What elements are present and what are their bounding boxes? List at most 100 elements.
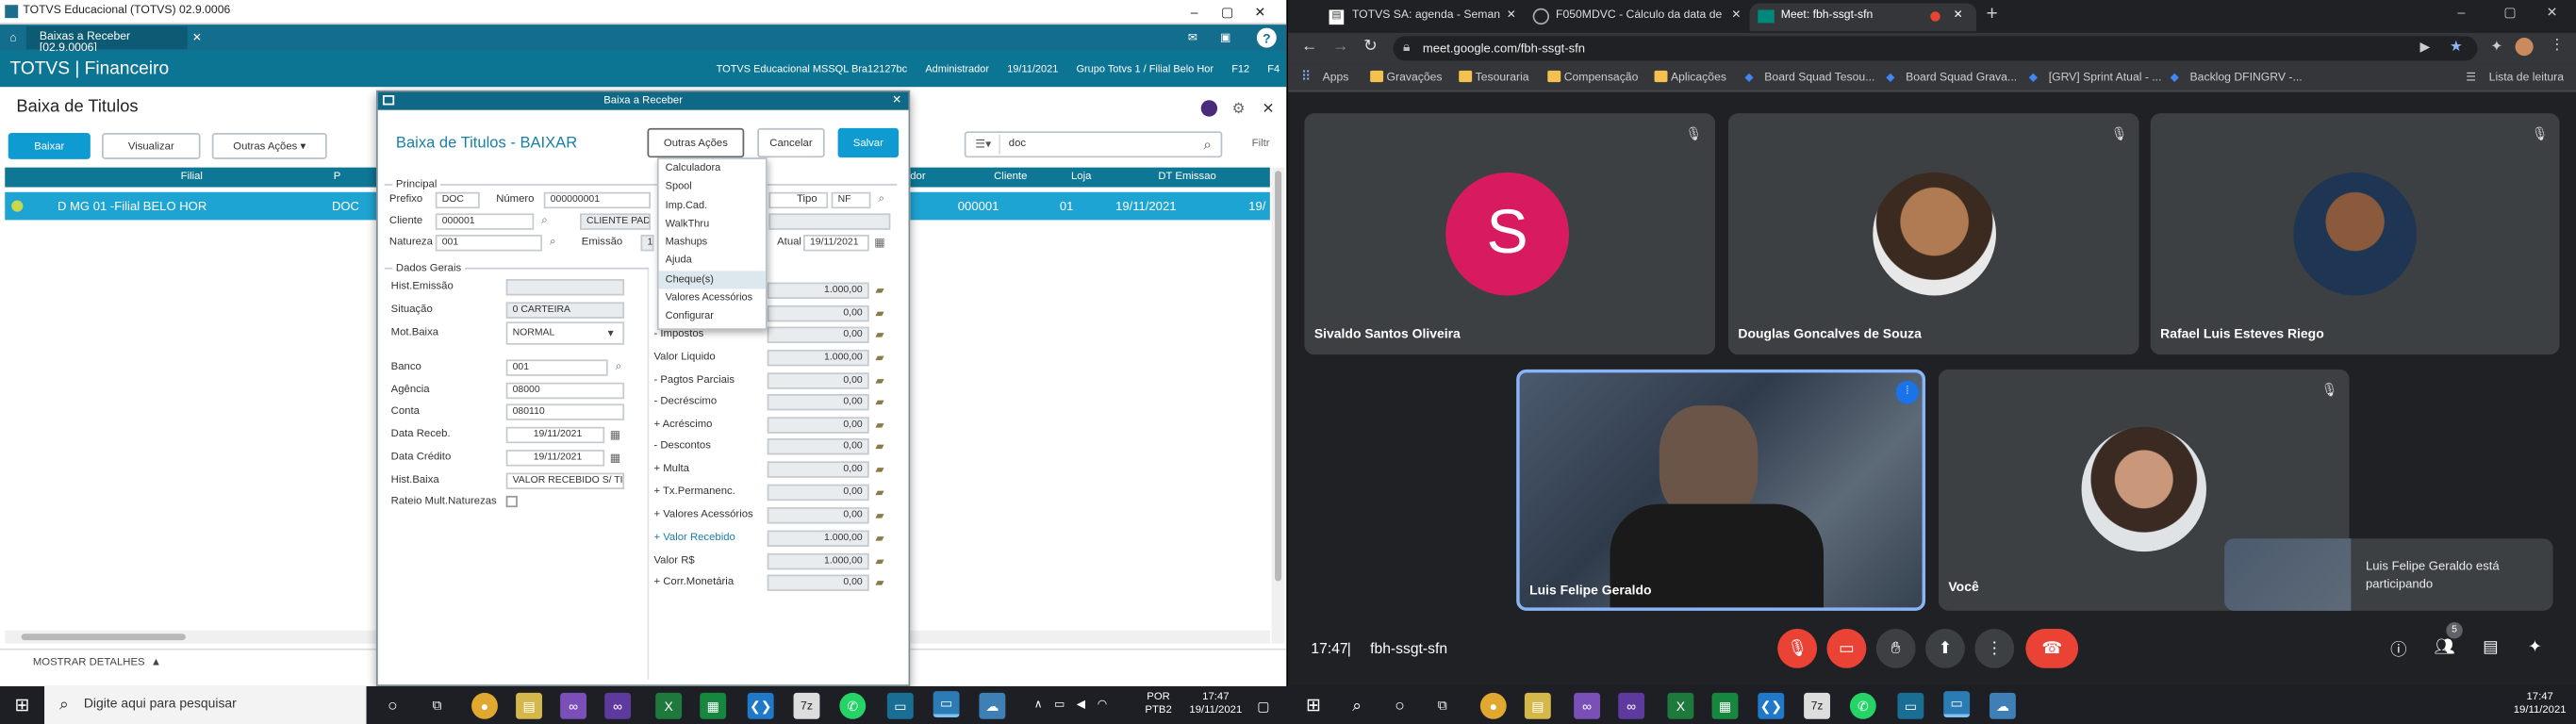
clock[interactable]: 17:47 19/11/2021 [2507, 691, 2573, 717]
menu-item-configurar[interactable]: Configurar [659, 307, 766, 326]
bookmark-gravacoes[interactable]: Gravações [1387, 73, 1443, 84]
dialog-close-icon[interactable]: ✕ [892, 93, 901, 107]
vscode-icon[interactable]: ❮❯ [747, 692, 774, 719]
vertical-scrollbar[interactable] [1271, 167, 1285, 644]
network-icon[interactable]: ▭ [1051, 696, 1067, 712]
participant-tile-luis-felipe[interactable]: ⦙ Luis Felipe Geraldo [1516, 369, 1926, 611]
chrome-icon[interactable]: ● [471, 692, 498, 719]
sheets-icon[interactable]: ▦ [1711, 692, 1739, 719]
close-icon[interactable]: ✕ [1248, 2, 1271, 22]
coins-icon[interactable]: ▰ [872, 327, 887, 342]
tab-close-icon[interactable]: ✕ [1954, 8, 1963, 21]
cancelar-button[interactable]: Cancelar [757, 127, 825, 158]
raise-hand-icon[interactable]: ✋︎ [1875, 628, 1916, 668]
7zip-icon[interactable]: 7z [1804, 692, 1830, 719]
coins-icon[interactable]: ▰ [872, 350, 887, 365]
menu-item-walkthru[interactable]: WalkThru [659, 215, 766, 234]
field-value[interactable]: 19/11/2021 [505, 426, 605, 444]
baixar-button[interactable]: Baixar [8, 133, 91, 159]
menu-item-ajuda[interactable]: Ajuda [659, 252, 766, 271]
windows-start-icon[interactable]: ⊞ [9, 693, 34, 717]
search-icon[interactable]: ⌕ [1344, 693, 1370, 719]
email-icon[interactable]: ✉ [1182, 28, 1202, 48]
mostrar-detalhes[interactable]: MOSTRAR DETALHES ▲ [33, 657, 161, 668]
coins-icon[interactable]: ▰ [872, 531, 887, 546]
search-box[interactable]: ☰▾ doc ⌕ [964, 131, 1223, 158]
visual-studio-2-icon[interactable]: ∞ [1618, 692, 1645, 719]
chrome-maximize-icon[interactable]: ▢ [2503, 5, 2516, 20]
chat-icon[interactable]: ▤ [2479, 635, 2502, 658]
totvs-active-icon[interactable]: ▭ [1943, 691, 1971, 718]
columns-icon[interactable]: ☰▾ [967, 134, 1001, 155]
field-value[interactable]: 19/11/2021 [505, 450, 605, 467]
salvar-button[interactable]: Salvar [837, 127, 900, 158]
bookmark-board-grava[interactable]: Board Squad Grava... [1906, 73, 2017, 84]
task-view-icon[interactable]: ⧉ [424, 693, 451, 719]
activities-icon[interactable]: ✦ [2523, 635, 2546, 658]
lock-icon[interactable]: 🔒︎ [1403, 40, 1410, 56]
menu-item-calculadora[interactable]: Calculadora [659, 159, 766, 178]
tab-close-icon[interactable]: ✕ [192, 31, 202, 44]
tray-chevron-icon[interactable]: ∧ [1030, 696, 1046, 712]
participant-tile-sivaldo[interactable]: S 🎙︎ Sivaldo Santos Oliveira [1304, 113, 1716, 355]
notes-icon[interactable]: ▤ [516, 692, 542, 719]
sheets-icon[interactable]: ▦ [700, 692, 727, 719]
calendar-icon[interactable]: ▦ [608, 427, 623, 442]
close-page-icon[interactable]: ✕ [1259, 98, 1279, 118]
natureza-field[interactable]: 001 [435, 235, 542, 252]
coins-icon[interactable]: ▰ [872, 372, 887, 387]
participant-tile-rafael[interactable]: 🎙︎ Rafael Luis Esteves Riego [2150, 113, 2560, 355]
back-icon[interactable]: ← [1301, 38, 1317, 56]
minimize-icon[interactable]: – [1182, 2, 1205, 22]
visualizar-button[interactable]: Visualizar [102, 133, 201, 159]
bookmark-backlog[interactable]: Backlog DFINGRV -... [2190, 73, 2303, 84]
coins-icon[interactable]: ▰ [872, 553, 887, 568]
chrome-close-icon[interactable]: ✕ [2547, 5, 2558, 20]
people-icon[interactable]: 👥︎ [2433, 635, 2455, 658]
prefixo-field[interactable]: DOC [435, 191, 480, 209]
settings-icon[interactable]: ⚙ [1229, 98, 1248, 118]
tab-close-icon[interactable]: ✕ [1731, 8, 1741, 21]
field-value[interactable]: 08000 [505, 382, 625, 400]
col-p[interactable]: P [334, 171, 341, 182]
outras-acoes-button[interactable]: Outras Ações ▾ [211, 133, 327, 159]
excel-icon[interactable]: X [655, 692, 683, 719]
maximize-icon[interactable]: ▢ [1215, 2, 1238, 22]
col-dor[interactable]: dor [910, 171, 925, 182]
bookmark-compensacao[interactable]: Compensação [1564, 73, 1639, 84]
cliente-search-icon[interactable]: ⌕ [537, 213, 553, 228]
totvs-active-icon[interactable]: ▭ [933, 691, 960, 718]
apps-icon[interactable]: ⠿ [1301, 69, 1311, 84]
totvs-app-icon[interactable]: ▭ [886, 692, 914, 719]
search-icon[interactable]: ⌕ [1197, 135, 1217, 155]
extensions-icon[interactable]: ✦ [2490, 38, 2502, 56]
7zip-icon[interactable]: 7z [793, 692, 820, 719]
search-input[interactable]: doc [1009, 138, 1026, 149]
filter-label[interactable]: Filtr [1252, 138, 1270, 149]
volume-icon[interactable]: ◀ [1073, 696, 1089, 712]
omnibox[interactable]: 🔒︎ meet.google.com/fbh-ssgt-sfn ▶ ★ [1393, 36, 2478, 61]
bookmark-apps[interactable]: Apps [1323, 73, 1349, 84]
present-icon[interactable]: ⬆ [1925, 628, 1965, 668]
numero-field[interactable]: 000000001 [543, 191, 651, 209]
col-loja[interactable]: Loja [1071, 171, 1091, 182]
header-f12[interactable]: F12 [1231, 64, 1249, 75]
cliente-field[interactable]: 000001 [435, 213, 535, 230]
coins-icon[interactable]: ▰ [872, 461, 887, 476]
info-icon[interactable]: ⓘ [2387, 635, 2410, 659]
data-atual-field[interactable]: 19/11/2021 [803, 235, 869, 252]
taskbar-search[interactable]: ⌕ Digite aqui para pesquisar [44, 685, 367, 724]
clock[interactable]: 17:47 19/11/2021 [1182, 691, 1248, 717]
chrome-minimize-icon[interactable]: – [2458, 5, 2466, 20]
visual-studio-icon[interactable]: ∞ [1574, 692, 1601, 719]
field-value[interactable]: NORMAL [505, 321, 625, 345]
coins-icon[interactable]: ▰ [872, 305, 887, 321]
forward-icon[interactable]: → [1332, 38, 1348, 56]
coins-icon[interactable]: ▰ [872, 485, 887, 500]
star-icon[interactable]: ★ [2450, 38, 2463, 56]
bookmark-sprint[interactable]: [GRV] Sprint Atual - ... [2049, 73, 2162, 84]
cortana-icon[interactable]: ○ [1387, 693, 1413, 719]
tab-f050mdvc[interactable]: F050MDVC - Cálculo da data de ✕ [1525, 3, 1746, 31]
tipo-search-icon[interactable]: ⌕ [874, 192, 889, 207]
field-value[interactable]: 001 [505, 359, 608, 376]
